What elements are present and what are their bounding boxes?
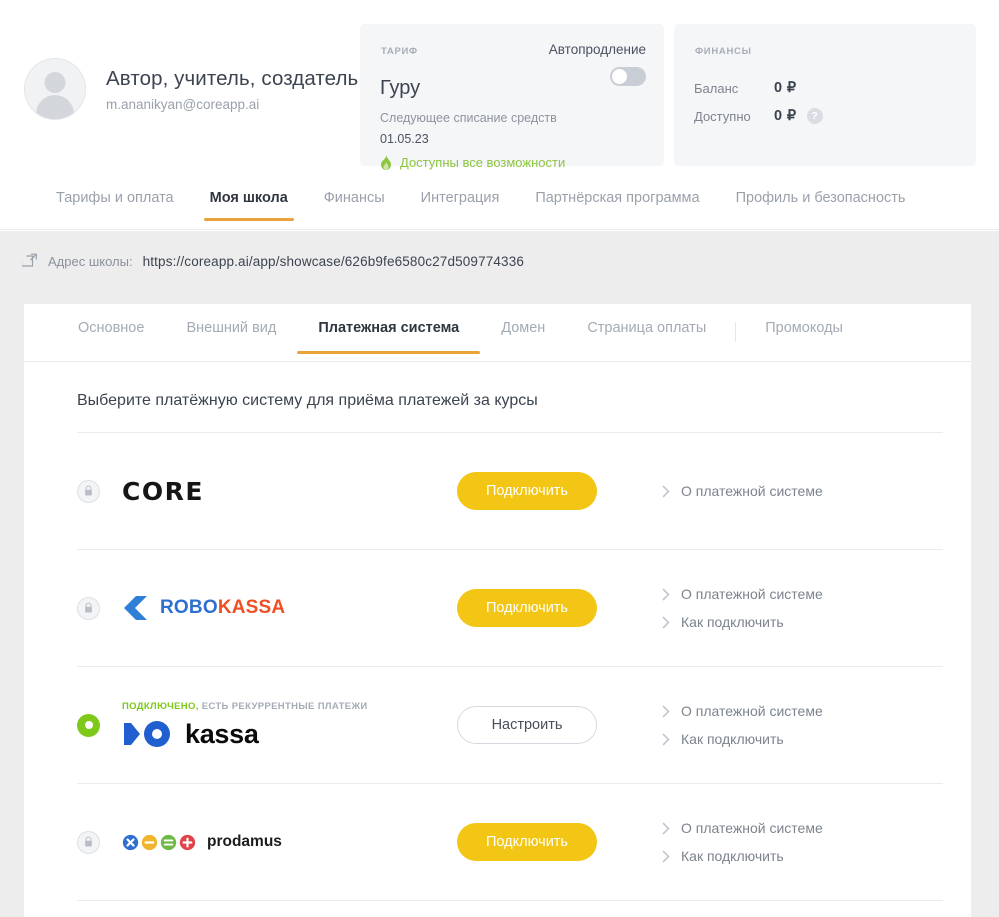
subtab-payment-page[interactable]: Страница оплаты: [566, 304, 727, 353]
link-about-payment-system[interactable]: О платежной системе: [662, 483, 943, 499]
school-address-value[interactable]: https://coreapp.ai/app/showcase/626b9fe6…: [143, 254, 524, 269]
payment-system-row: ПОДКЛЮЧЕНО, ЕСТЬ РЕКУРРЕНТНЫЕ ПЛАТЕЖИ ka…: [77, 666, 943, 783]
link-label: О платежной системе: [681, 586, 823, 602]
payment-system-logo: ПОДКЛЮЧЕНО, ЕСТЬ РЕКУРРЕНТНЫЕ ПЛАТЕЖИ ka…: [122, 701, 408, 750]
tab-finance[interactable]: Финансы: [306, 180, 403, 220]
connect-button-prodamus[interactable]: Подключить: [457, 823, 597, 861]
link-about-payment-system[interactable]: О платежной системе: [662, 586, 943, 602]
yookassa-logo-text: kassa: [185, 718, 259, 749]
school-address-row: Адрес школы: https://coreapp.ai/app/show…: [22, 253, 524, 269]
core-logo-text: CORE: [122, 476, 204, 506]
chevron-right-icon: [662, 849, 670, 863]
robokassa-mark-icon: [124, 596, 147, 620]
payment-system-row: prodamus Подключить О платежной системе …: [77, 783, 943, 900]
link-about-payment-system[interactable]: О платежной системе: [662, 703, 943, 719]
chevron-right-icon: [662, 587, 670, 601]
tariff-feature-row: Доступны все возможности: [380, 155, 565, 170]
subtab-appearance[interactable]: Внешний вид: [165, 304, 297, 353]
link-label: О платежной системе: [681, 483, 823, 499]
main-tab-bar: Тарифы и оплата Моя школа Финансы Интегр…: [0, 180, 999, 230]
link-label: Как подключить: [681, 848, 784, 864]
flame-icon: [381, 155, 391, 170]
link-label: Как подключить: [681, 614, 784, 630]
subtab-main[interactable]: Основное: [57, 304, 165, 353]
tab-profile-and-security[interactable]: Профиль и безопасность: [718, 180, 924, 220]
link-label: О платежной системе: [681, 820, 823, 836]
finance-row-key: Баланс: [694, 80, 739, 96]
autorenew-label: Автопродление: [548, 42, 646, 57]
chevron-right-icon: [662, 615, 670, 629]
lock-icon: [77, 596, 100, 620]
finance-row-value: 0 ₽: [774, 80, 797, 96]
finance-row: Баланс 0 ₽: [694, 74, 823, 102]
profile-email: m.ananikyan@coreapp.ai: [106, 96, 260, 112]
payment-system-row: CORE Подключить О платежной системе: [77, 432, 943, 549]
settings-page: Автор, учитель, создатель m.ananikyan@co…: [0, 0, 999, 917]
link-about-payment-system[interactable]: О платежной системе: [662, 820, 943, 836]
status-recurring-note: ЕСТЬ РЕКУРРЕНТНЫЕ ПЛАТЕЖИ: [198, 700, 368, 712]
external-link-icon[interactable]: [22, 253, 38, 269]
tariff-card: ТАРИФ Гуру Следующее списание средств 01…: [360, 24, 664, 170]
payment-system-logo: prodamus: [122, 833, 408, 851]
connect-button-robokassa[interactable]: Подключить: [457, 589, 597, 627]
link-how-to-connect[interactable]: Как подключить: [662, 848, 943, 864]
payment-system-logo: ROBOKASSA: [122, 594, 408, 622]
subtab-payment-system[interactable]: Платежная система: [297, 304, 481, 354]
tariff-next-charge-label: Следующее списание средств: [380, 111, 557, 125]
panel-title: Выберите платёжную систему для приёма пл…: [77, 392, 538, 409]
finance-card-label: ФИНАНСЫ: [695, 46, 752, 57]
tab-tariffs-and-payment[interactable]: Тарифы и оплата: [38, 180, 192, 220]
payment-systems-list: CORE Подключить О платежной системе ROBO…: [77, 432, 943, 901]
payment-system-logo: CORE: [122, 477, 408, 506]
chevron-right-icon: [662, 704, 670, 718]
finance-row-value: 0 ₽: [774, 108, 797, 124]
finance-row: Доступно 0 ₽ ?: [694, 102, 823, 130]
status-connected-word: ПОДКЛЮЧЕНО,: [122, 700, 199, 712]
chevron-right-icon: [662, 821, 670, 835]
setup-button-yookassa[interactable]: Настроить: [457, 706, 597, 744]
tariff-card-label: ТАРИФ: [381, 46, 418, 57]
subtab-divider: [735, 322, 737, 342]
tab-my-school[interactable]: Моя школа: [192, 180, 306, 221]
link-how-to-connect[interactable]: Как подключить: [662, 614, 943, 630]
yookassa-mark-icon: [124, 721, 170, 747]
profile-name: Автор, учитель, создатель: [106, 66, 359, 90]
lock-icon: [77, 479, 100, 503]
school-settings-panel: Основное Внешний вид Платежная система Д…: [24, 304, 971, 917]
robokassa-logo-secondary: KASSA: [217, 597, 286, 618]
connected-status-dot: [77, 713, 100, 737]
payment-system-row: ROBOKASSA Подключить О платежной системе…: [77, 549, 943, 666]
tariff-name: Гуру: [380, 77, 421, 99]
lock-icon: [77, 830, 100, 854]
chevron-right-icon: [662, 484, 670, 498]
school-address-label: Адрес школы:: [48, 253, 133, 269]
tariff-feature-text: Доступны все возможности: [400, 155, 566, 170]
finance-card: ФИНАНСЫ Баланс 0 ₽ Доступно 0 ₽ ?: [674, 24, 976, 166]
connect-button-core[interactable]: Подключить: [457, 472, 597, 510]
sub-tab-bar: Основное Внешний вид Платежная система Д…: [24, 304, 971, 362]
list-bottom-divider: [77, 900, 943, 901]
tab-partner-program[interactable]: Партнёрская программа: [517, 180, 717, 220]
help-icon[interactable]: ?: [806, 108, 823, 124]
link-label: О платежной системе: [681, 703, 823, 719]
autorenew-toggle[interactable]: [610, 67, 646, 86]
subtab-domain[interactable]: Домен: [480, 304, 566, 353]
link-label: Как подключить: [681, 731, 784, 747]
finance-rows: Баланс 0 ₽ Доступно 0 ₽ ?: [694, 74, 823, 130]
link-how-to-connect[interactable]: Как подключить: [662, 731, 943, 747]
profile-block: Автор, учитель, создатель m.ananikyan@co…: [24, 58, 358, 120]
chevron-right-icon: [662, 732, 670, 746]
avatar: [24, 58, 86, 120]
subtab-promocodes[interactable]: Промокоды: [744, 304, 864, 353]
tariff-next-charge-date: 01.05.23: [380, 132, 429, 146]
prodamus-logo-text: prodamus: [207, 833, 282, 850]
tab-integration[interactable]: Интеграция: [403, 180, 518, 220]
robokassa-logo-primary: ROBO: [160, 597, 218, 618]
prodamus-marks-icon: [122, 834, 196, 851]
finance-row-key: Доступно: [694, 108, 751, 124]
connected-status-text: ПОДКЛЮЧЕНО, ЕСТЬ РЕКУРРЕНТНЫЕ ПЛАТЕЖИ: [122, 701, 408, 712]
